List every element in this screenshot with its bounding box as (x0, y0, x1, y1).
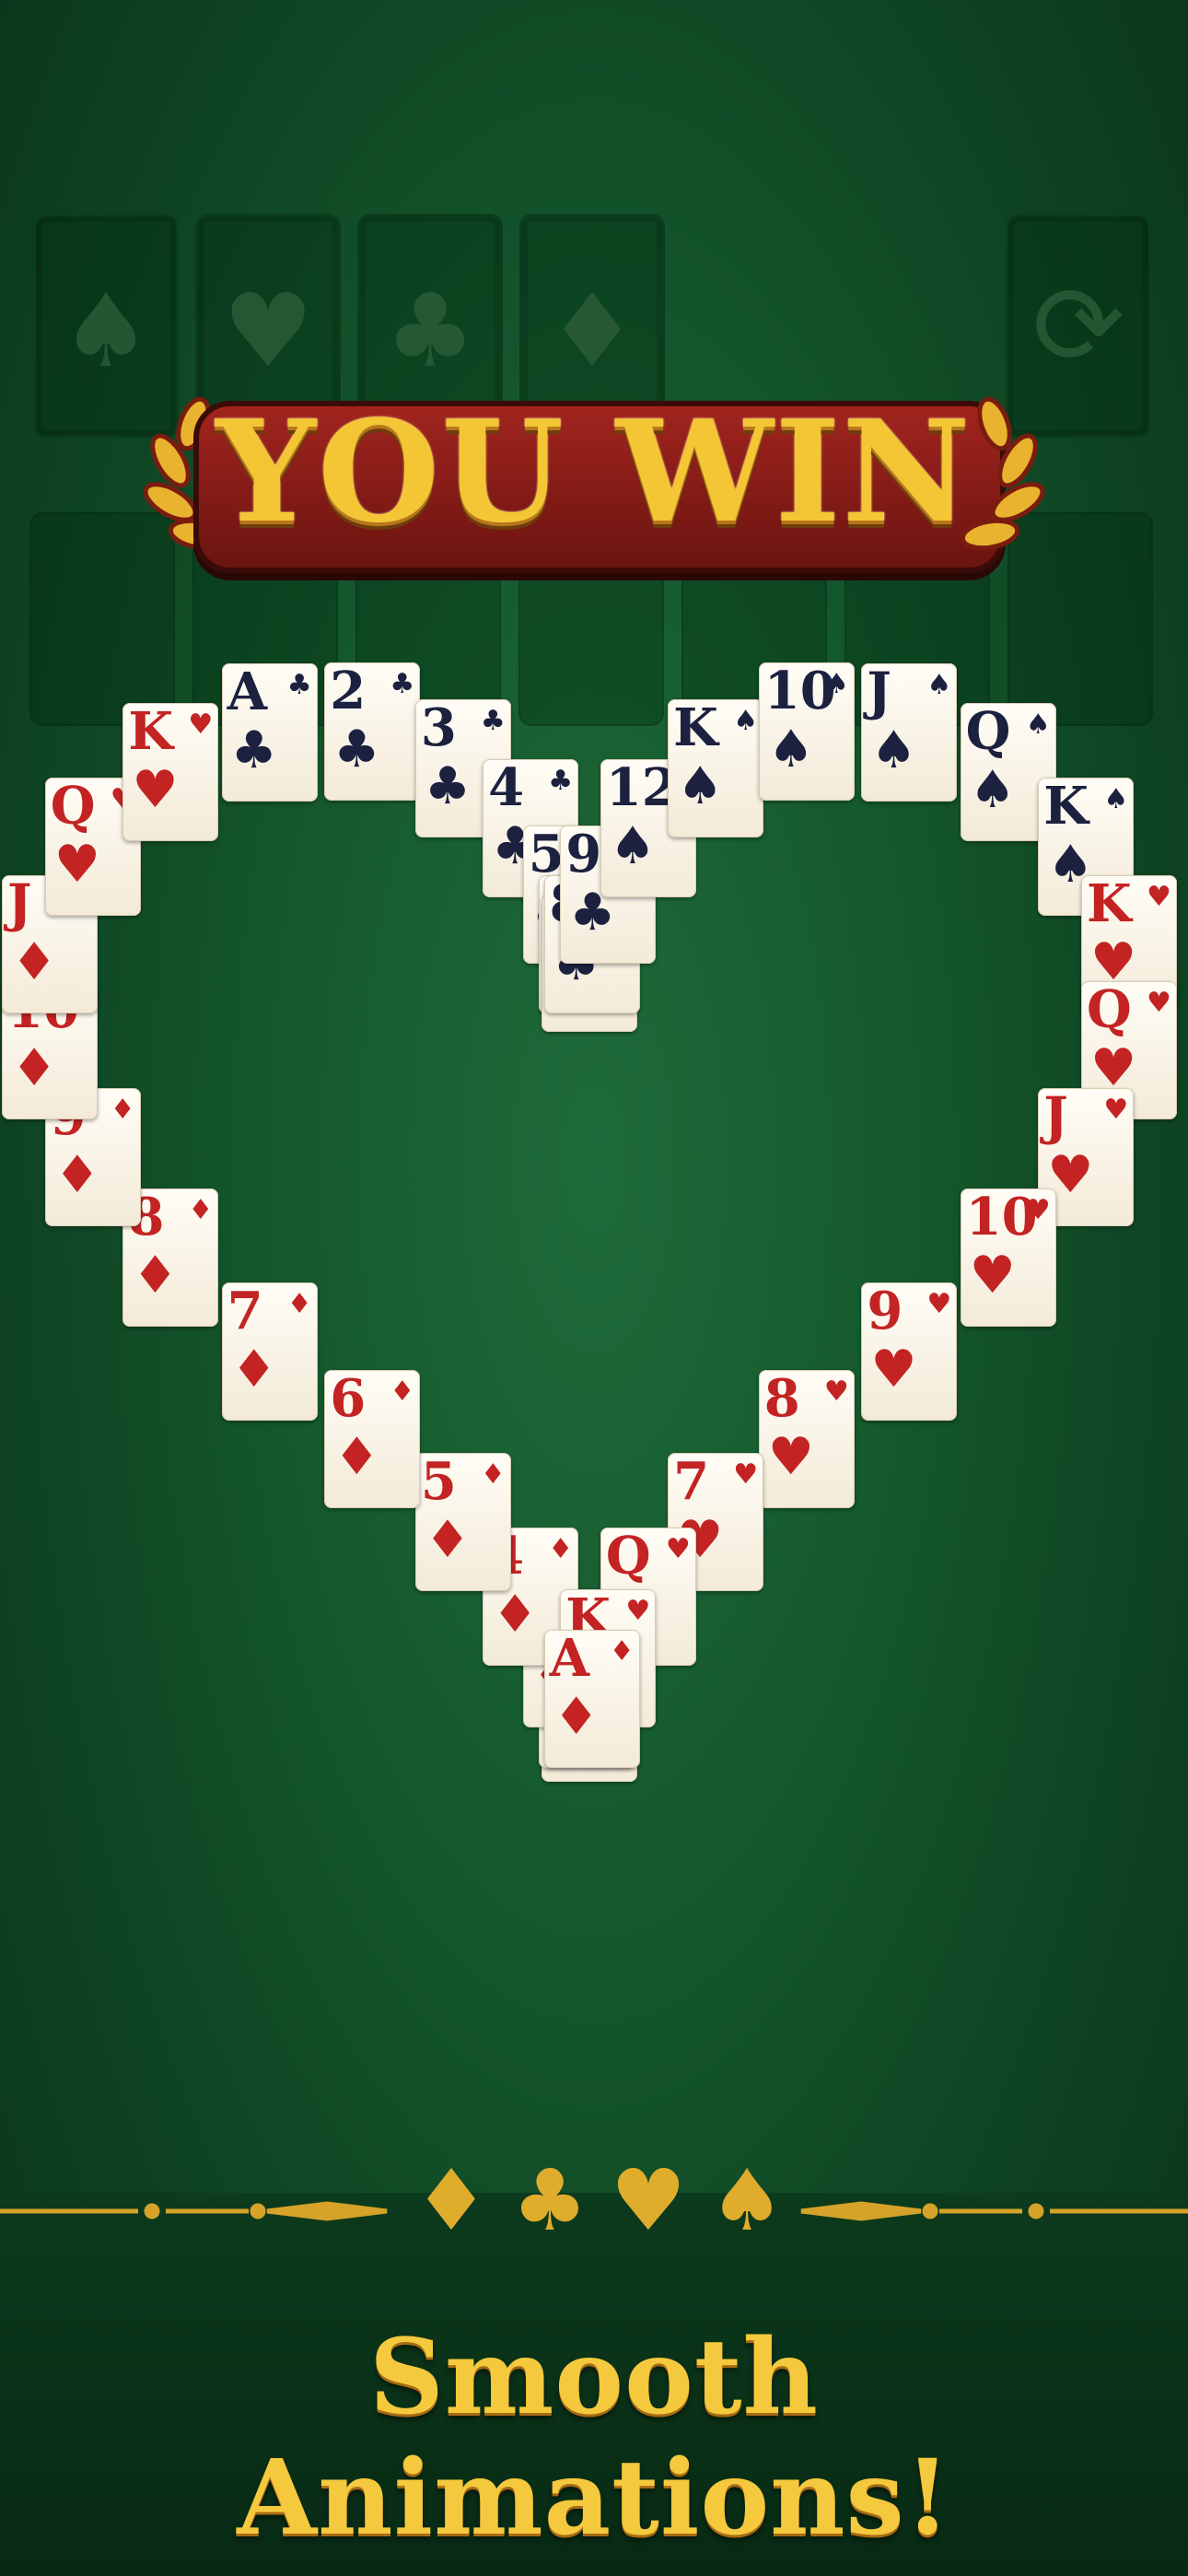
card-suit-small-icon: ♠ (823, 668, 849, 701)
playing-card: 10 ♠ ♠ (758, 662, 855, 802)
playing-card: K ♠ ♠ (668, 698, 764, 837)
club-icon: ♣ (384, 272, 476, 390)
card-suit-small-icon: ♦ (390, 1376, 415, 1409)
card-suit-icon: ♠ (969, 760, 1016, 821)
card-rank: 3 (420, 698, 457, 758)
card-rank: Q (50, 778, 96, 837)
card-suit-small-icon: ♥ (1103, 1093, 1129, 1126)
card-rank: 9 (565, 825, 602, 884)
card-suit-small-icon: ♥ (665, 1533, 691, 1566)
card-suit-small-icon: ♥ (733, 1458, 759, 1492)
card-suit-icon: ♣ (424, 755, 472, 816)
playing-card: K♥♥ (122, 703, 219, 842)
card-suit-small-icon: ♠ (733, 704, 759, 737)
card-suit-icon: ♦ (132, 1245, 179, 1306)
spade-icon: ♠ (708, 2151, 786, 2250)
card-suit-small-icon: ♦ (548, 1533, 574, 1566)
card-suit-icon: ♥ (53, 835, 100, 896)
card-rank: Q (965, 703, 1011, 763)
card-suit-icon: ♦ (11, 1038, 58, 1099)
playing-card: 9 ♥ ♥ (861, 1282, 958, 1421)
card-suit-icon: ♦ (53, 1144, 100, 1205)
banner-text: YOU WIN (215, 389, 973, 554)
card-suit-icon: ♠ (609, 816, 657, 877)
card-suit-small-icon: ♦ (286, 1287, 312, 1320)
card-rank: 9 (867, 1282, 903, 1341)
card-rank: A (549, 1629, 590, 1689)
card-suit-icon: ♥ (969, 1245, 1016, 1306)
you-win-banner: YOU WIN (129, 378, 1059, 580)
card-suit-small-icon: ♠ (926, 668, 952, 701)
card-rank: J (1043, 1087, 1068, 1147)
card-suit-small-icon: ♥ (1025, 1193, 1051, 1226)
club-icon: ♣ (511, 2151, 588, 2250)
card-rank: 7 (227, 1282, 263, 1341)
card-suit-icon: ♦ (230, 1339, 277, 1399)
playing-card: 5 ♦ ♦ (414, 1453, 511, 1592)
card-rank: Q (605, 1528, 651, 1587)
card-suit-small-icon: ♥ (823, 1376, 849, 1409)
card-rank: 4 (488, 759, 525, 819)
card-rank: K (128, 703, 173, 763)
card-suit-small-icon: ♥ (188, 708, 214, 742)
playing-card: 2 ♣ ♣ (324, 662, 421, 802)
card-suit-small-icon: ♦ (609, 1634, 635, 1668)
card-suit-small-icon: ♥ (1147, 987, 1171, 1020)
card-suit-icon: ♣ (333, 720, 380, 780)
card-rank: J (867, 662, 891, 722)
card-suit-small-icon: ♥ (1147, 880, 1171, 913)
diamond-icon: ♦ (546, 272, 638, 390)
card-suit-small-icon: ♥ (926, 1287, 952, 1320)
card-suit-icon: ♦ (11, 931, 58, 992)
laurel-right-icon (960, 396, 1045, 551)
card-suit-icon: ♦ (424, 1510, 472, 1571)
card-rank: 5 (528, 825, 565, 884)
spade-icon: ♠ (60, 272, 152, 390)
playing-card: 7 ♦ ♦ (221, 1282, 318, 1421)
playing-card: A♦♦ (543, 1629, 640, 1768)
card-rank: 5 (420, 1453, 457, 1513)
card-rank: 7 (673, 1453, 710, 1513)
card-suit-small-icon: ♣ (480, 704, 506, 737)
card-rank: A (227, 662, 268, 722)
playing-card: A ♣ ♣ (221, 662, 318, 802)
heart-icon: ♥ (610, 2151, 687, 2250)
playing-card: 8 ♥ ♥ (758, 1370, 855, 1509)
card-suit-icon: ♦ (553, 1686, 600, 1747)
card-suit-small-icon: ♦ (480, 1458, 506, 1492)
card-suit-icon: ♣ (230, 720, 277, 780)
card-rank: 8 (763, 1370, 800, 1430)
recycle-icon[interactable]: ⟳ (1008, 263, 1148, 391)
playing-card: J ♠ ♠ (861, 662, 958, 802)
card-rank: K (673, 698, 718, 758)
heart-icon: ♥ (222, 272, 314, 390)
card-suit-icon: ♥ (870, 1339, 917, 1399)
card-suit-icon: ♠ (677, 755, 724, 816)
card-rank: K (1043, 778, 1089, 837)
card-suit-small-icon: ♦ (188, 1193, 214, 1226)
playing-card: 6 ♦ ♦ (324, 1370, 421, 1509)
diamond-icon: ♦ (413, 2151, 490, 2250)
card-suit-icon: ♦ (333, 1427, 380, 1488)
headline: Smooth Animations! (237, 2317, 951, 2558)
playing-card: 10 ♥ ♥ (960, 1188, 1056, 1327)
card-suit-icon: ♠ (767, 720, 814, 780)
card-suit-small-icon: ♣ (548, 765, 574, 798)
card-suit-small-icon: ♠ (1025, 708, 1051, 742)
card-suit-small-icon: ♠ (1103, 783, 1129, 816)
card-rank: 2 (330, 662, 367, 722)
card-suit-small-icon: ♣ (390, 668, 415, 701)
card-rank: J (7, 874, 32, 934)
card-suit-small-icon: ♦ (110, 1093, 135, 1126)
card-rank: K (1086, 874, 1132, 934)
card-suit-icon: ♠ (870, 720, 917, 780)
card-suit-small-icon: ♥ (625, 1594, 651, 1627)
ornamental-divider (0, 2201, 1188, 2221)
card-rank: 6 (330, 1370, 367, 1430)
card-suit-small-icon: ♣ (286, 668, 312, 701)
card-suit-icon: ♥ (767, 1427, 814, 1488)
card-suit-icon: ♥ (132, 760, 179, 821)
card-suit-icon: ♦ (492, 1585, 539, 1645)
card-rank: Q (1086, 981, 1132, 1041)
